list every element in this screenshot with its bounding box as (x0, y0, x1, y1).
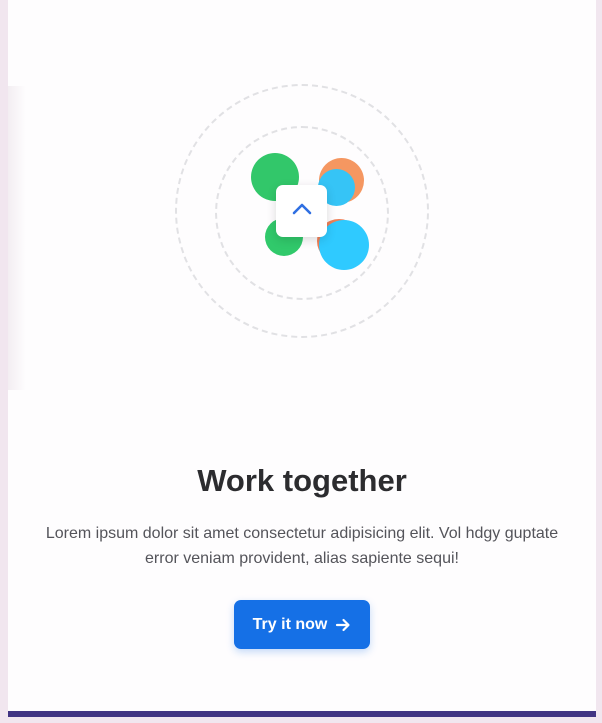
feature-description: Lorem ipsum dolor sit amet consectetur a… (45, 525, 559, 567)
chevron-up-icon (291, 202, 313, 221)
collaboration-illustration (175, 84, 429, 338)
side-panel-edge (8, 86, 26, 390)
feature-title: Work together (197, 463, 407, 498)
try-it-now-button[interactable]: Try it now (234, 600, 370, 649)
arrow-right-icon (335, 617, 351, 633)
cta-label: Try it now (252, 615, 328, 633)
feature-card: Work together Lorem ipsum dolor sit amet… (8, 0, 596, 717)
footer-accent-bar (8, 711, 596, 717)
center-tile[interactable] (276, 185, 327, 237)
